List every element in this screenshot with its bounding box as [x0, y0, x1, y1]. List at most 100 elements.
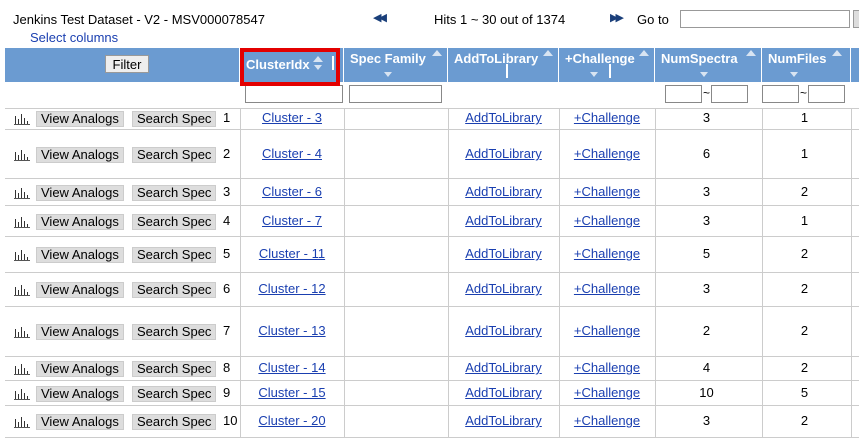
search-spec-button[interactable]: Search Spec — [132, 361, 217, 377]
goto-input[interactable] — [680, 10, 850, 28]
search-spec-button[interactable]: Search Spec — [132, 414, 217, 430]
spectrum-chart-icon[interactable] — [14, 187, 30, 199]
add-to-library-link[interactable]: AddToLibrary — [448, 323, 559, 338]
sort-asc-icon[interactable] — [832, 50, 842, 56]
view-analogs-button[interactable]: View Analogs — [36, 361, 124, 377]
challenge-link[interactable]: +Challenge — [559, 184, 655, 199]
resize-handle[interactable] — [609, 64, 611, 78]
challenge-link[interactable]: +Challenge — [559, 246, 655, 261]
numfiles-max-input[interactable] — [808, 85, 845, 103]
header-addtolibrary[interactable]: AddToLibrary — [448, 48, 559, 82]
search-spec-button[interactable]: Search Spec — [132, 111, 217, 127]
spectrum-chart-icon[interactable] — [14, 149, 30, 161]
cluster-link[interactable]: Cluster - 6 — [240, 184, 344, 199]
resize-handle[interactable] — [506, 64, 508, 78]
spectrum-chart-icon[interactable] — [14, 416, 30, 428]
add-to-library-link[interactable]: AddToLibrary — [448, 360, 559, 375]
num-files-value: 2 — [800, 184, 809, 199]
add-to-library-link[interactable]: AddToLibrary — [448, 246, 559, 261]
search-spec-button[interactable]: Search Spec — [132, 324, 217, 340]
num-spectra-value: 10 — [699, 385, 714, 400]
sort-asc-icon[interactable] — [432, 50, 442, 56]
numspectra-max-input[interactable] — [711, 85, 748, 103]
search-spec-button[interactable]: Search Spec — [132, 282, 217, 298]
challenge-link[interactable]: +Challenge — [559, 213, 655, 228]
column-divider — [851, 108, 852, 130]
sort-asc-icon[interactable] — [639, 50, 649, 56]
top-bar: Jenkins Test Dataset - V2 - MSV000078547… — [0, 0, 859, 46]
challenge-link[interactable]: +Challenge — [559, 110, 655, 125]
cluster-link[interactable]: Cluster - 3 — [240, 110, 344, 125]
search-spec-button[interactable]: Search Spec — [132, 147, 217, 163]
challenge-link[interactable]: +Challenge — [559, 323, 655, 338]
numspectra-min-input[interactable] — [665, 85, 702, 103]
challenge-link[interactable]: +Challenge — [559, 385, 655, 400]
view-analogs-button[interactable]: View Analogs — [36, 147, 124, 163]
column-divider — [851, 381, 852, 406]
spectrum-chart-icon[interactable] — [14, 363, 30, 375]
add-to-library-link[interactable]: AddToLibrary — [448, 184, 559, 199]
add-to-library-link[interactable]: AddToLibrary — [448, 110, 559, 125]
spectrum-chart-icon[interactable] — [14, 284, 30, 296]
spectrum-chart-icon[interactable] — [14, 216, 30, 228]
header-filter: Filter — [5, 48, 240, 82]
header-challenge[interactable]: +Challenge — [559, 48, 655, 82]
add-to-library-link[interactable]: AddToLibrary — [448, 385, 559, 400]
add-to-library-link[interactable]: AddToLibrary — [448, 213, 559, 228]
cluster-link[interactable]: Cluster - 4 — [240, 146, 344, 161]
search-spec-button[interactable]: Search Spec — [132, 185, 217, 201]
clusteridx-filter-input[interactable] — [245, 85, 343, 103]
view-analogs-button[interactable]: View Analogs — [36, 386, 124, 402]
cluster-link[interactable]: Cluster - 14 — [240, 360, 344, 375]
spectrum-chart-icon[interactable] — [14, 388, 30, 400]
cluster-link[interactable]: Cluster - 20 — [240, 413, 344, 428]
goto-button[interactable] — [853, 10, 859, 28]
spectrum-chart-icon[interactable] — [14, 326, 30, 338]
sort-desc-icon[interactable] — [790, 72, 798, 77]
header-numfiles[interactable]: NumFiles — [762, 48, 851, 82]
page-title: Jenkins Test Dataset - V2 - MSV000078547 — [13, 12, 265, 27]
view-analogs-button[interactable]: View Analogs — [36, 185, 124, 201]
sort-desc-icon[interactable] — [384, 72, 392, 77]
select-columns-link[interactable]: Select columns — [30, 30, 118, 45]
sort-asc-icon[interactable] — [543, 50, 553, 56]
column-divider — [344, 357, 345, 381]
cluster-link[interactable]: Cluster - 7 — [240, 213, 344, 228]
filter-button[interactable]: Filter — [105, 55, 149, 73]
add-to-library-link[interactable]: AddToLibrary — [448, 146, 559, 161]
challenge-link[interactable]: +Challenge — [559, 281, 655, 296]
header-numspectra[interactable]: NumSpectra — [655, 48, 762, 82]
view-analogs-button[interactable]: View Analogs — [36, 214, 124, 230]
challenge-link[interactable]: +Challenge — [559, 360, 655, 375]
cluster-link[interactable]: Cluster - 13 — [240, 323, 344, 338]
first-page-icon[interactable]: ◀◀ — [373, 11, 387, 24]
view-analogs-button[interactable]: View Analogs — [36, 247, 124, 263]
header-spec-family[interactable]: Spec Family — [344, 48, 448, 82]
cluster-link[interactable]: Cluster - 12 — [240, 281, 344, 296]
view-analogs-button[interactable]: View Analogs — [36, 324, 124, 340]
cluster-link[interactable]: Cluster - 11 — [240, 246, 344, 261]
header-next-column[interactable] — [851, 48, 859, 82]
column-divider — [851, 406, 852, 438]
spectrum-chart-icon[interactable] — [14, 249, 30, 261]
numfiles-min-input[interactable] — [762, 85, 799, 103]
spectrum-chart-icon[interactable] — [14, 113, 30, 125]
add-to-library-link[interactable]: AddToLibrary — [448, 281, 559, 296]
last-page-icon[interactable]: ▶▶ — [610, 11, 624, 24]
view-analogs-button[interactable]: View Analogs — [36, 282, 124, 298]
search-spec-button[interactable]: Search Spec — [132, 247, 217, 263]
search-spec-button[interactable]: Search Spec — [132, 386, 217, 402]
cluster-link[interactable]: Cluster - 15 — [240, 385, 344, 400]
challenge-link[interactable]: +Challenge — [559, 413, 655, 428]
add-to-library-link[interactable]: AddToLibrary — [448, 413, 559, 428]
view-analogs-button[interactable]: View Analogs — [36, 414, 124, 430]
num-files-value: 2 — [800, 413, 809, 428]
sort-asc-icon[interactable] — [746, 50, 756, 56]
view-analogs-button[interactable]: View Analogs — [36, 111, 124, 127]
challenge-link[interactable]: +Challenge — [559, 146, 655, 161]
column-divider — [344, 406, 345, 438]
sort-desc-icon[interactable] — [700, 72, 708, 77]
search-spec-button[interactable]: Search Spec — [132, 214, 217, 230]
sort-desc-icon[interactable] — [590, 72, 598, 77]
spec-family-filter-input[interactable] — [349, 85, 442, 103]
